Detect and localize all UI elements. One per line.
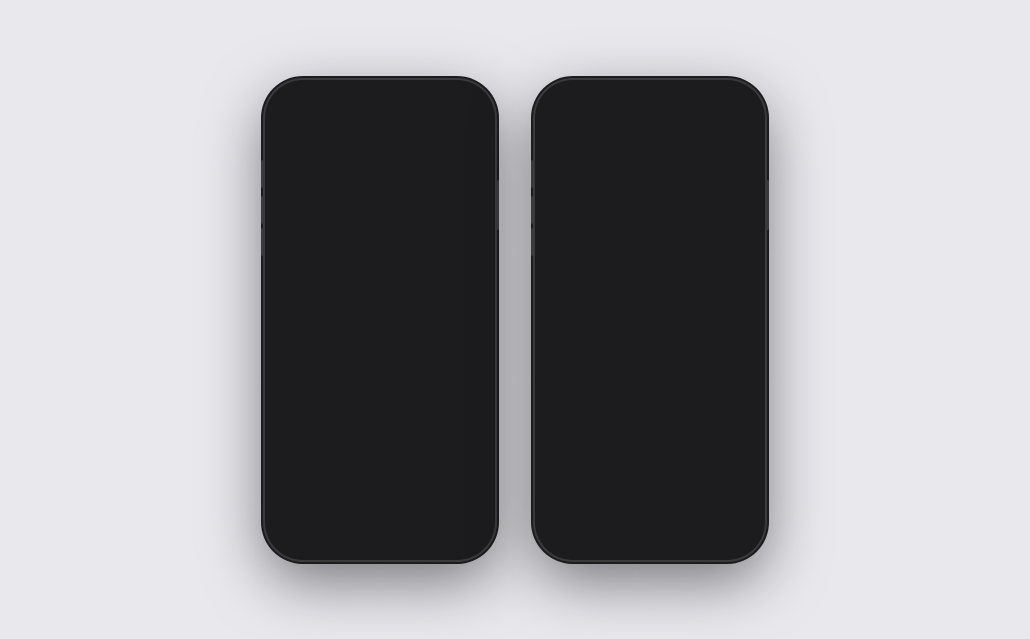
contact-name-2[interactable]: Lauren › bbox=[629, 162, 671, 174]
home-indicator-2 bbox=[543, 540, 757, 552]
imessage-phone: 9:41 ∿ ‹ bbox=[265, 80, 495, 560]
back-button-2[interactable]: ‹ bbox=[553, 122, 558, 138]
sms-phone: 9:41 ∿ ‹ bbox=[535, 80, 765, 560]
wifi-icon-1: ∿ bbox=[447, 102, 454, 111]
status-time-2: 9:41 bbox=[557, 101, 579, 113]
status-bar-2: 9:41 ∿ bbox=[543, 88, 757, 118]
status-time-1: 9:41 bbox=[287, 101, 309, 113]
chevron-icon-2: › bbox=[668, 163, 671, 173]
message-bubble-1: Can I call you back later? I'm at an app… bbox=[332, 219, 478, 263]
battery-icon-1 bbox=[457, 103, 473, 111]
status-bar-1: 9:41 ∿ bbox=[273, 88, 487, 118]
message-bubble-2: Frank is in town and free for dinner ton… bbox=[602, 219, 748, 292]
home-indicator-1 bbox=[273, 540, 487, 552]
appstore-icon-1[interactable]: ❐ bbox=[306, 510, 328, 532]
signal-icon-1 bbox=[433, 103, 444, 111]
signal-icon-2 bbox=[703, 103, 714, 111]
wifi-icon-2: ∿ bbox=[717, 102, 724, 111]
phone-screen-1: 9:41 ∿ ‹ bbox=[273, 88, 487, 552]
phone-screen-2: 9:41 ∿ ‹ bbox=[543, 88, 757, 552]
battery-icon-2 bbox=[727, 103, 743, 111]
input-bar-2: ◈ ❐ Text Message ↑ bbox=[543, 502, 757, 540]
status-icons-2: ∿ bbox=[703, 102, 743, 111]
send-button-2[interactable]: ↑ bbox=[729, 510, 751, 532]
appstore-icon-2[interactable]: ❐ bbox=[576, 510, 598, 532]
message-input-2[interactable]: Text Message bbox=[603, 510, 724, 532]
avatar-2 bbox=[631, 122, 669, 160]
message-timestamp-2: Text Message Today 9:38 AM bbox=[553, 191, 747, 211]
input-bar-1: ◈ ❐ iMessage ▩▩▩ bbox=[273, 502, 487, 540]
avatar-1 bbox=[361, 122, 399, 160]
chevron-icon-1: › bbox=[392, 163, 395, 173]
status-icons-1: ∿ bbox=[433, 102, 473, 111]
messages-area-2: Text Message Today 9:38 AM Frank is in t… bbox=[543, 183, 757, 502]
contact-name-1[interactable]: Jane › bbox=[365, 162, 395, 174]
camera-icon-2[interactable]: ◈ bbox=[549, 510, 571, 532]
message-input-1[interactable]: iMessage ▩▩▩ bbox=[333, 510, 481, 532]
message-header-2: ‹ Lauren › bbox=[543, 118, 757, 183]
back-button-1[interactable]: ‹ bbox=[283, 122, 288, 138]
message-timestamp-1: iMessage Today 9:38 AM bbox=[283, 191, 477, 211]
camera-icon-1[interactable]: ◈ bbox=[279, 510, 301, 532]
audio-icon-1: ▩▩▩ bbox=[444, 516, 472, 527]
message-header-1: ‹ Jane › bbox=[273, 118, 487, 183]
messages-area-1: iMessage Today 9:38 AM Can I call you ba… bbox=[273, 183, 487, 502]
